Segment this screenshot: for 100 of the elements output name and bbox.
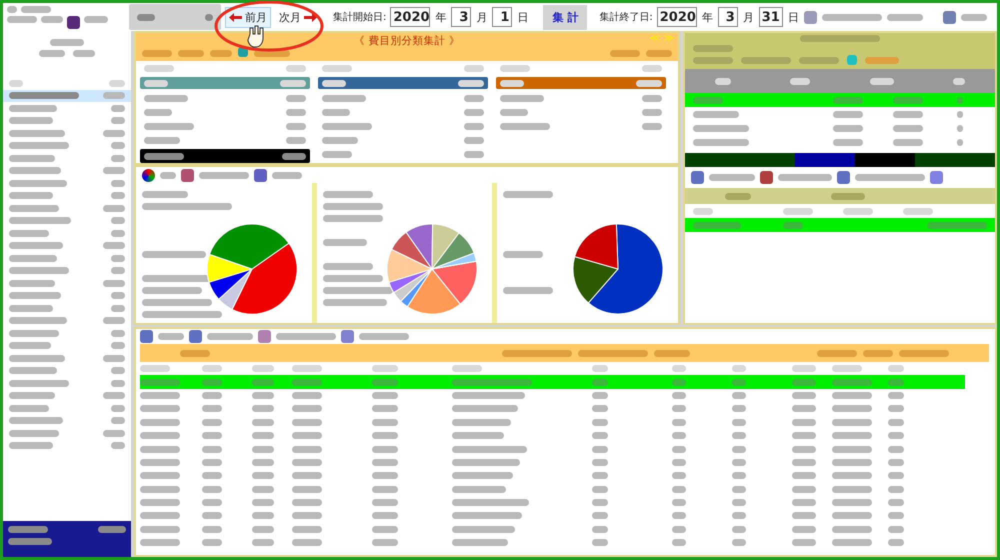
blurred-text <box>9 192 53 200</box>
bar-chart-icon[interactable] <box>181 168 194 182</box>
blurred-text <box>464 64 484 72</box>
blurred-text <box>9 217 71 224</box>
blurred-text <box>888 458 904 466</box>
blurred-text <box>927 222 987 228</box>
blurred-text <box>322 136 358 144</box>
blurred-text <box>202 539 222 546</box>
day-field[interactable]: 31 <box>758 7 783 27</box>
blurred-text <box>833 138 863 146</box>
chart-icon[interactable] <box>341 330 354 343</box>
blurred-text <box>783 222 803 228</box>
blurred-text <box>111 217 125 224</box>
blurred-text <box>103 167 125 174</box>
blurred-text <box>140 392 180 399</box>
blurred-text <box>73 50 95 57</box>
blurred-text <box>9 317 67 324</box>
blurred-text <box>372 539 398 546</box>
blurred-text <box>592 446 608 453</box>
blurred-text <box>592 458 608 466</box>
app-icon[interactable] <box>67 16 80 28</box>
blurred-text <box>592 418 608 426</box>
chart-icon[interactable] <box>760 171 773 184</box>
blurred-text <box>252 458 274 466</box>
blurred-text <box>292 405 322 412</box>
blurred-text <box>282 152 306 160</box>
table-icon[interactable] <box>189 330 202 343</box>
blurred-text <box>832 486 872 493</box>
blurred-text <box>292 539 322 546</box>
blurred-text <box>592 486 608 493</box>
blurred-text <box>252 432 274 440</box>
blurred-text <box>111 292 125 300</box>
pie-chart-icon[interactable] <box>142 168 155 182</box>
blurred-text <box>592 405 608 412</box>
gear-icon[interactable] <box>804 10 817 24</box>
blurred-text <box>21 6 51 12</box>
chart-icon[interactable] <box>930 171 943 184</box>
blurred-text <box>9 267 69 274</box>
bar-chart-icon[interactable] <box>254 168 267 182</box>
blurred-text <box>202 378 222 386</box>
blurred-text <box>292 432 322 440</box>
blurred-text <box>832 472 872 480</box>
blurred-text <box>140 512 180 520</box>
blurred-text <box>111 367 125 374</box>
table-row[interactable] <box>685 93 995 107</box>
next-month-button[interactable]: 次月 <box>275 6 321 28</box>
blurred-text <box>322 80 346 86</box>
panel-title: 《 費目別分類集計 》 <box>354 34 460 48</box>
blurred-text <box>693 124 749 132</box>
blurred-text <box>464 136 484 144</box>
blurred-text <box>252 378 274 386</box>
blurred-text <box>111 117 125 124</box>
table-icon[interactable] <box>837 171 850 184</box>
blurred-text <box>792 432 816 440</box>
table-icon[interactable] <box>691 171 704 184</box>
year-field[interactable]: 2020 <box>390 7 430 27</box>
blurred-text <box>9 117 53 124</box>
blurred-text <box>642 108 662 116</box>
blurred-text <box>792 472 816 480</box>
blurred-text <box>111 380 125 387</box>
blurred-text <box>592 365 608 372</box>
month-field[interactable]: 3 <box>718 7 738 27</box>
blurred-text <box>103 92 125 100</box>
table-icon[interactable] <box>140 330 153 343</box>
blurred-text <box>9 204 59 212</box>
table-row[interactable] <box>685 218 995 232</box>
blurred-text <box>322 239 367 246</box>
blurred-text <box>832 512 872 520</box>
aggregate-button[interactable]: 集 計 <box>543 4 588 30</box>
blurred-text <box>292 378 322 386</box>
blurred-text <box>888 405 904 412</box>
blurred-text <box>672 446 686 453</box>
blurred-text <box>9 280 55 287</box>
year-unit-label: 年 <box>435 10 446 24</box>
month-field[interactable]: 3 <box>451 7 472 27</box>
blurred-text <box>103 242 125 250</box>
hand-cursor-icon <box>248 26 264 48</box>
blurred-text <box>843 208 873 214</box>
blurred-text <box>732 446 746 453</box>
blurred-text <box>111 442 125 450</box>
blurred-text <box>372 392 398 399</box>
blurred-text <box>205 14 213 20</box>
day-field[interactable]: 1 <box>492 7 512 27</box>
year-field[interactable]: 2020 <box>656 7 697 27</box>
previous-month-button[interactable]: 前月 <box>225 6 271 28</box>
blurred-text <box>792 539 816 546</box>
blurred-text <box>140 405 180 412</box>
blurred-text <box>870 78 894 84</box>
blurred-text <box>833 110 863 118</box>
blurred-text <box>452 458 520 466</box>
blurred-text <box>9 342 51 350</box>
blurred-text <box>732 458 746 466</box>
blurred-text <box>207 333 253 340</box>
chart-icon[interactable] <box>258 330 271 343</box>
calendar-icon[interactable] <box>942 10 956 24</box>
blurred-text <box>888 539 904 546</box>
blurred-text <box>500 94 544 102</box>
blurred-text <box>500 108 528 116</box>
toolbar-button[interactable] <box>129 4 221 30</box>
blurred-text <box>144 136 180 144</box>
